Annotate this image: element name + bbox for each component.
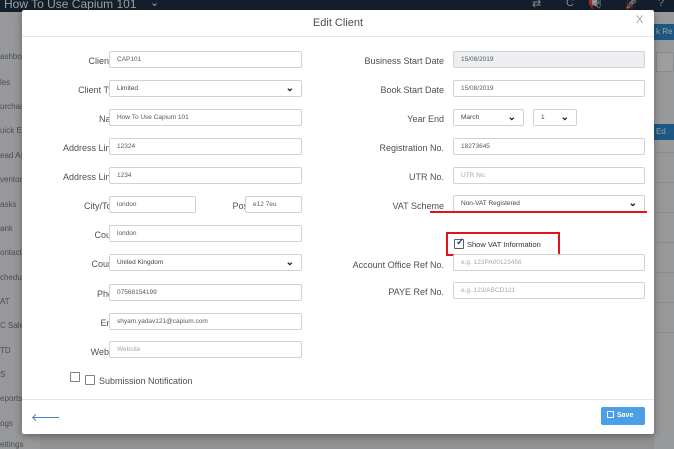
chevron-down-icon: ⌄ — [628, 198, 637, 209]
show-vat-information-checkbox[interactable]: ✓ — [454, 237, 465, 249]
paye-ref-field[interactable]: e.g. 123/ABCD121 — [453, 282, 645, 299]
year-end-label: Year End — [407, 114, 444, 124]
registration-no-field[interactable]: 18273645 — [453, 138, 645, 155]
chevron-down-icon: ⌄ — [285, 83, 294, 94]
address-line-1-field[interactable]: 12324 — [109, 138, 302, 155]
close-icon[interactable]: X — [636, 14, 643, 26]
floppy-disk-icon — [607, 411, 614, 418]
utr-no-label: UTR No. — [408, 172, 444, 182]
business-start-date-label: Business Start Date — [364, 56, 444, 66]
county-field[interactable]: london — [109, 225, 302, 242]
submission-notification-checkbox[interactable] — [85, 375, 95, 385]
utr-no-field[interactable]: UTR No. — [453, 167, 645, 184]
chevron-down-icon: ⌄ — [560, 112, 569, 123]
book-start-date-label: Book Start Date — [380, 85, 444, 95]
submission-checkbox-outer[interactable] — [70, 372, 80, 382]
year-end-month-select[interactable]: March ⌄ — [453, 109, 524, 126]
vat-scheme-label: VAT Scheme — [392, 201, 444, 211]
client-type-value: Limited — [117, 85, 138, 92]
vat-scheme-select[interactable]: Non-VAT Registered ⌄ — [453, 195, 645, 212]
show-vat-information-label: Show VAT Information — [467, 240, 541, 249]
year-end-day-value: 1 — [541, 114, 545, 121]
chevron-down-icon: ⌄ — [285, 257, 294, 268]
client-type-select[interactable]: Limited ⌄ — [109, 80, 302, 97]
postcode-field[interactable]: e12 7eu — [245, 196, 302, 213]
save-button[interactable]: Save — [601, 407, 645, 425]
year-end-month-value: March — [461, 114, 480, 121]
vat-scheme-value: Non-VAT Registered — [461, 200, 520, 207]
year-end-day-select[interactable]: 1 ⌄ — [533, 109, 577, 126]
country-value: United Kingdom — [117, 259, 164, 266]
chevron-down-icon: ⌄ — [507, 112, 516, 123]
modal-header: Edit Client X — [22, 10, 654, 37]
email-field[interactable]: shyam.yadav121@capium.com — [109, 313, 302, 330]
paye-ref-label: PAYE Ref No. — [388, 287, 444, 297]
registration-no-label: Registration No. — [379, 143, 444, 153]
highlight-underline — [430, 211, 647, 213]
business-start-date-field[interactable]: 15/08/2019 — [453, 51, 645, 68]
country-select[interactable]: United Kingdom ⌄ — [109, 254, 302, 271]
edit-client-modal: Edit Client X Client ID CAP101 Client Ty… — [22, 10, 654, 434]
modal-title: Edit Client — [312, 17, 364, 29]
address-line-2-field[interactable]: 1234 — [109, 167, 302, 184]
phone-field[interactable]: 07568154199 — [109, 284, 302, 301]
client-id-field[interactable]: CAP101 — [109, 51, 302, 68]
account-office-ref-field[interactable]: e.g. 123PA00123456 — [453, 254, 645, 271]
city-field[interactable]: london — [109, 196, 196, 213]
book-start-date-field[interactable]: 15/08/2019 — [453, 80, 645, 97]
name-field[interactable]: How To Use Capium 101 — [109, 109, 302, 126]
modal-footer: 🡐 Save — [22, 399, 654, 434]
back-arrow-icon[interactable]: 🡐 — [31, 410, 61, 424]
save-label: Save — [617, 412, 634, 419]
checkmark-icon: ✓ — [456, 237, 465, 248]
website-field[interactable]: Website — [109, 341, 302, 358]
submission-notification-label: Submission Notification — [99, 376, 193, 386]
account-office-ref-label: Account Office Ref No. — [352, 260, 444, 270]
